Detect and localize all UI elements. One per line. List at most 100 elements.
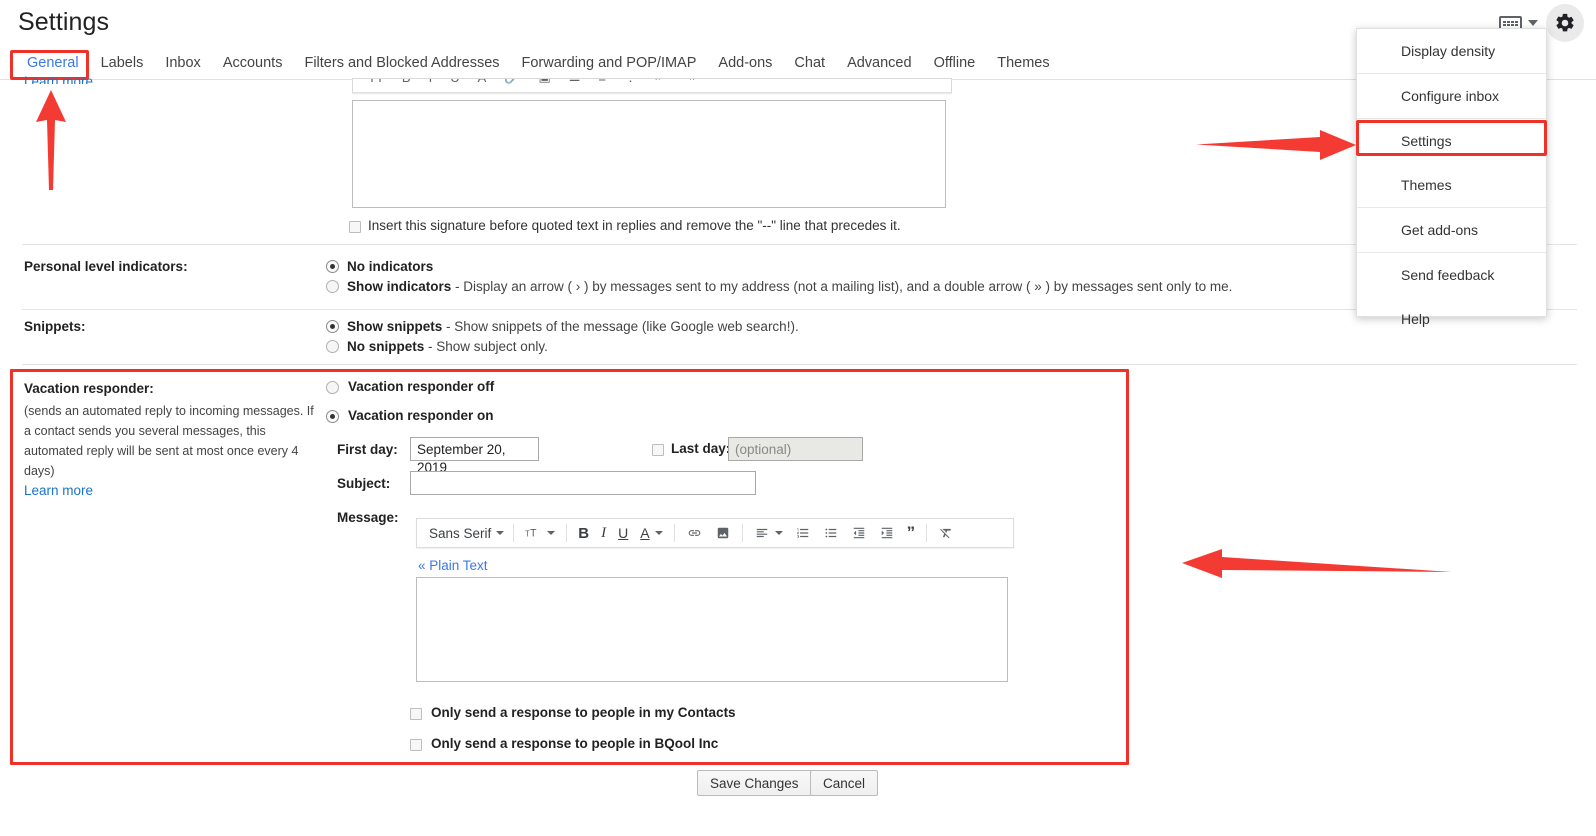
radio-show-snippets[interactable] [326, 320, 339, 333]
menu-item-configure-inbox[interactable]: Configure inbox [1357, 74, 1546, 118]
subject-input[interactable] [410, 471, 756, 495]
menu-item-themes[interactable]: Themes [1357, 163, 1546, 207]
option-no-snippets-text: No snippets - Show subject only. [347, 339, 548, 354]
toolbar-divider-2 [566, 524, 568, 542]
signature-underline-icon[interactable]: U [441, 79, 468, 85]
signature-indent-more-icon[interactable]: ⇥ [675, 79, 704, 85]
text-color-icon[interactable]: A [634, 521, 668, 545]
gear-icon[interactable] [1546, 4, 1584, 42]
text-size-icon[interactable]: TT [519, 521, 561, 545]
tab-themes[interactable]: Themes [986, 55, 1060, 71]
radio-vacation-responder-on[interactable] [326, 409, 339, 423]
radio-vacation-responder-off[interactable] [326, 380, 339, 394]
signature-insert-checkbox[interactable] [349, 220, 361, 233]
only-org-checkbox[interactable] [410, 738, 422, 751]
last-day-label: Last day: [671, 441, 731, 456]
last-day-input[interactable]: (optional) [728, 437, 863, 461]
signature-bold-icon[interactable]: B [393, 79, 420, 85]
signature-toolbar-shadow [352, 92, 952, 95]
only-contacts-checkbox-row[interactable]: Only send a response to people in my Con… [410, 705, 736, 720]
link-icon[interactable] [680, 521, 709, 545]
tab-add-ons[interactable]: Add-ons [707, 55, 783, 71]
menu-item-settings[interactable]: Settings [1357, 119, 1546, 163]
option-no-snippets[interactable]: No snippets - Show subject only. [326, 339, 548, 354]
numbered-list-icon[interactable] [789, 521, 817, 545]
settings-dropdown-menu[interactable]: Display density Configure inbox Settings… [1356, 28, 1547, 327]
option-show-indicators-desc: - Display an arrow ( › ) by messages sen… [451, 279, 1233, 294]
signature-align-icon[interactable]: ☰ [560, 79, 590, 85]
radio-no-snippets[interactable] [326, 340, 339, 353]
option-no-snippets-label: No snippets [347, 339, 425, 354]
option-show-indicators[interactable]: Show indicators - Display an arrow ( › )… [326, 279, 1232, 294]
cancel-button[interactable]: Cancel [810, 770, 879, 796]
signature-quote-icon[interactable]: ” [704, 79, 726, 85]
quote-icon[interactable]: ” [901, 521, 922, 545]
menu-item-send-feedback[interactable]: Send feedback [1357, 253, 1546, 297]
arrow-right-settings-menu [1196, 130, 1356, 160]
tab-labels[interactable]: Labels [90, 55, 155, 71]
tab-filters-and-blocked-addresses[interactable]: Filters and Blocked Addresses [293, 55, 510, 71]
chevron-down-icon[interactable] [1528, 20, 1538, 26]
insert-image-icon[interactable] [709, 521, 737, 545]
menu-item-display-density[interactable]: Display density [1357, 29, 1546, 73]
vacation-responder-label: Vacation responder: [24, 381, 154, 396]
divider-1 [22, 244, 1577, 245]
signature-font-size-icon[interactable]: TT [359, 79, 393, 85]
radio-no-indicators[interactable] [326, 260, 339, 273]
tab-list: General Labels Inbox Accounts Filters an… [16, 46, 1061, 80]
underline-icon[interactable]: U [612, 521, 634, 545]
signature-toolbar-row: TT B I U A 🔗 ▣ ☰ ≡ ⋮ ⇤ ⇥ ” [353, 79, 732, 92]
option-vacation-responder-on[interactable]: Vacation responder on [326, 408, 494, 423]
personal-level-indicators-label: Personal level indicators: [24, 259, 188, 274]
signature-textarea[interactable] [352, 100, 946, 208]
bold-icon[interactable]: B [572, 521, 595, 545]
last-day-group[interactable]: Last day: [652, 441, 730, 456]
menu-item-get-add-ons[interactable]: Get add-ons [1357, 208, 1546, 252]
only-org-checkbox-row[interactable]: Only send a response to people in BQool … [410, 736, 718, 751]
tab-forwarding-and-pop-imap[interactable]: Forwarding and POP/IMAP [511, 55, 708, 71]
only-contacts-label: Only send a response to people in my Con… [431, 705, 736, 720]
signature-editor-toolbar[interactable]: TT B I U A 🔗 ▣ ☰ ≡ ⋮ ⇤ ⇥ ” [352, 78, 952, 92]
signature-link-icon[interactable]: 🔗 [495, 79, 529, 85]
plain-text-link[interactable]: « Plain Text [418, 558, 488, 573]
option-show-snippets[interactable]: Show snippets - Show snippets of the mes… [326, 319, 799, 334]
signature-indent-less-icon[interactable]: ⇤ [646, 79, 675, 85]
tab-inbox[interactable]: Inbox [154, 55, 211, 71]
tab-accounts[interactable]: Accounts [212, 55, 294, 71]
save-changes-button[interactable]: Save Changes [697, 770, 812, 796]
option-vacation-responder-on-label: Vacation responder on [348, 408, 494, 423]
vacation-responder-label-block: Vacation responder: (sends an automated … [24, 379, 324, 501]
align-icon[interactable] [748, 521, 789, 545]
italic-icon[interactable]: I [595, 521, 612, 545]
vacation-responder-description: (sends an automated reply to incoming me… [24, 404, 314, 478]
option-vacation-responder-off[interactable]: Vacation responder off [326, 379, 494, 394]
indent-less-icon[interactable] [845, 521, 873, 545]
signature-numbered-list-icon[interactable]: ≡ [589, 79, 615, 85]
message-editor-toolbar[interactable]: Sans Serif TT B I U A ” [416, 518, 1014, 548]
tab-advanced[interactable]: Advanced [836, 55, 923, 71]
signature-image-icon[interactable]: ▣ [529, 79, 559, 85]
option-vacation-responder-off-label: Vacation responder off [348, 379, 495, 394]
signature-insert-checkbox-row[interactable]: Insert this signature before quoted text… [349, 218, 901, 233]
arrow-left-vacation-responder [1182, 549, 1452, 578]
signature-italic-icon[interactable]: I [420, 79, 442, 85]
font-select[interactable]: Sans Serif [423, 521, 508, 545]
signature-text-color-icon[interactable]: A [469, 79, 496, 85]
menu-item-help[interactable]: Help [1357, 297, 1546, 341]
indent-more-icon[interactable] [873, 521, 901, 545]
tab-offline[interactable]: Offline [923, 55, 987, 71]
message-textarea[interactable] [416, 577, 1008, 682]
toolbar-divider-5 [926, 524, 928, 542]
bulleted-list-icon[interactable] [817, 521, 845, 545]
first-day-input[interactable]: September 20, 2019 [410, 437, 539, 475]
tab-chat[interactable]: Chat [783, 55, 836, 71]
option-no-indicators[interactable]: No indicators [326, 259, 433, 274]
remove-formatting-icon[interactable] [932, 521, 960, 545]
last-day-checkbox[interactable] [652, 443, 664, 456]
signature-bulleted-list-icon[interactable]: ⋮ [615, 79, 646, 85]
only-contacts-checkbox[interactable] [410, 707, 422, 720]
vacation-responder-learn-more-link[interactable]: Learn more [24, 483, 93, 498]
tab-general[interactable]: General [16, 55, 90, 71]
radio-show-indicators[interactable] [326, 280, 339, 293]
signature-learn-more-link[interactable]: Learn more [24, 74, 93, 84]
